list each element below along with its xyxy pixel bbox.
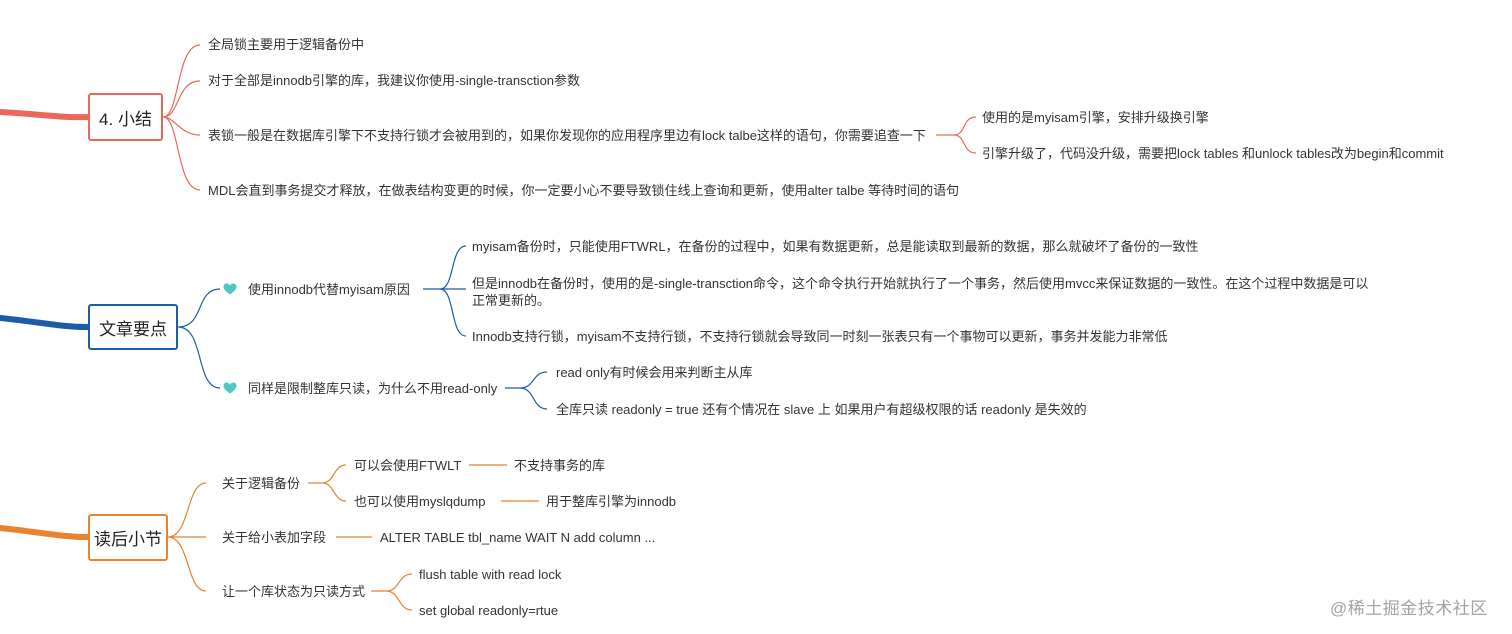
summary-subitem-2[interactable]: 引擎升级了，代码没升级，需要把lock tables 和unlock table… — [982, 145, 1444, 162]
after-branch-3-item-2[interactable]: set global readonly=rtue — [419, 602, 558, 619]
trunk-line-section3 — [0, 525, 91, 540]
sub-branch-lines-section2a — [423, 245, 467, 337]
summary-item-4[interactable]: MDL会直到事务提交才释放，在做表结构变更的时候，你一定要小心不要导致锁住线上查… — [208, 182, 959, 199]
after-branch-3-label[interactable]: 让一个库状态为只读方式 — [222, 583, 365, 600]
sub-branch-lines-section3a — [308, 464, 347, 502]
article-branch-2-item-2[interactable]: 全库只读 readonly = true 还有个情况在 slave 上 如果用户… — [556, 401, 1087, 418]
article-branch-1-item-3[interactable]: Innodb支持行锁，myisam不支持行锁，不支持行锁就会导致同一时刻一张表只… — [472, 328, 1168, 345]
after-branch-2-label[interactable]: 关于给小表加字段 — [222, 529, 326, 546]
summary-item-2[interactable]: 对于全部是innodb引擎的库，我建议你使用-single-transction… — [208, 72, 580, 89]
node-after-reading[interactable]: 读后小节 — [88, 514, 168, 561]
node-article-points[interactable]: 文章要点 — [88, 304, 178, 350]
after-branch-1-item-2[interactable]: 也可以使用myslqdump — [354, 493, 485, 510]
branch-lines-section1 — [162, 44, 201, 191]
watermark: @稀土掘金技术社区 — [1330, 599, 1488, 618]
sub-branch-lines-section2b — [505, 371, 548, 410]
article-branch-1-item-2[interactable]: 但是innodb在备份时，使用的是-single-transction命令，这个… — [472, 275, 1372, 309]
summary-subitem-1[interactable]: 使用的是myisam引擎，安排升级换引擎 — [982, 109, 1209, 126]
article-branch-2-label[interactable]: 同样是限制整库只读，为什么不用read-only — [248, 380, 497, 397]
heart-icon — [223, 382, 237, 394]
branch-lines-section2 — [177, 288, 221, 389]
after-branch-1-item-2-note[interactable]: 用于整库引擎为innodb — [546, 493, 676, 510]
sub-branch-lines-section3c — [371, 573, 413, 611]
article-branch-2-item-1[interactable]: read only有时候会用来判断主从库 — [556, 364, 752, 381]
node-summary[interactable]: 4. 小结 — [88, 93, 163, 141]
after-branch-1-label[interactable]: 关于逻辑备份 — [222, 475, 300, 492]
after-branch-1-item-1[interactable]: 可以会使用FTWLT — [354, 457, 461, 474]
sub-branch-lines-section1 — [936, 116, 977, 154]
branch-lines-section3 — [167, 482, 207, 592]
article-branch-1-item-1[interactable]: myisam备份时，只能使用FTWRL，在备份的过程中，如果有数据更新，总是能读… — [472, 238, 1199, 255]
summary-item-1[interactable]: 全局锁主要用于逻辑备份中 — [208, 36, 364, 53]
after-branch-3-item-1[interactable]: flush table with read lock — [419, 566, 561, 583]
summary-item-3[interactable]: 表锁一般是在数据库引擎下不支持行锁才会被用到的，如果你发现你的应用程序里边有lo… — [208, 127, 926, 144]
trunk-line-section2 — [0, 315, 91, 330]
heart-icon — [223, 283, 237, 295]
after-branch-2-note[interactable]: ALTER TABLE tbl_name WAIT N add column .… — [380, 529, 655, 546]
article-branch-1-label[interactable]: 使用innodb代替myisam原因 — [248, 281, 410, 298]
after-branch-1-item-1-note[interactable]: 不支持事务的库 — [514, 457, 605, 474]
trunk-line-section1 — [0, 109, 91, 121]
